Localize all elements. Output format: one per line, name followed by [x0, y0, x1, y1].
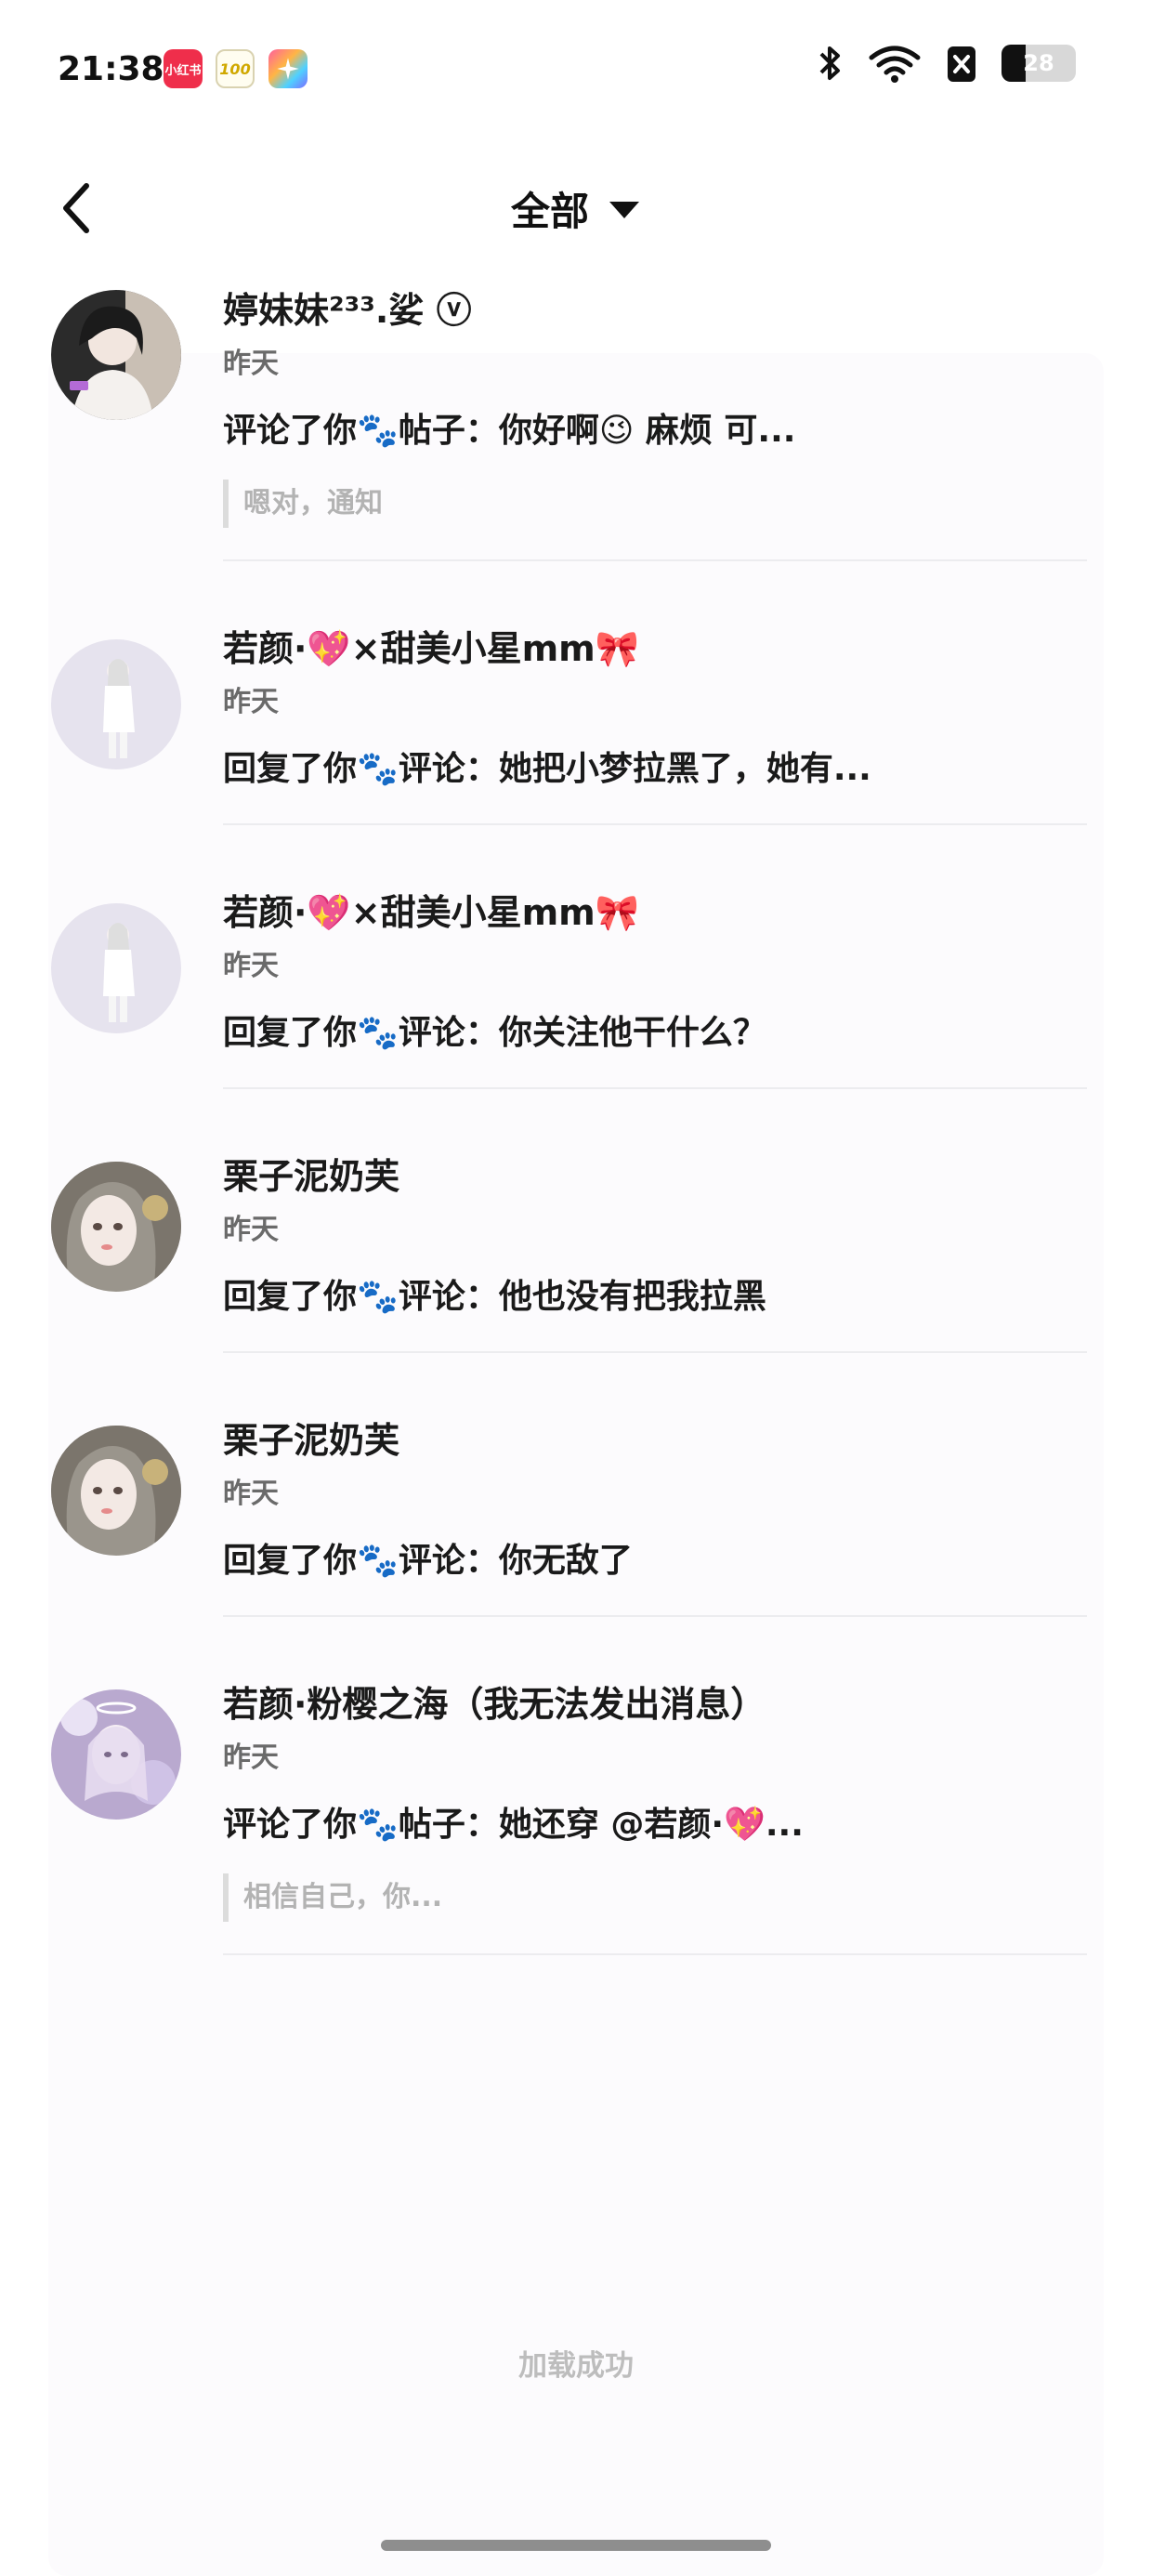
timestamp: 昨天	[223, 1214, 279, 1246]
avatar[interactable]	[51, 639, 181, 769]
battery-level	[1001, 45, 1026, 82]
notification-item[interactable]: 婷妹妹²³³.娑 ⓥ 昨天 评论了你🐾帖子：你好啊😉 麻烦 可... 嗯对，通知	[0, 279, 1152, 561]
header: 全部	[0, 158, 1152, 260]
hundred-app-icon: 100	[216, 49, 255, 88]
timestamp: 昨天	[223, 686, 279, 718]
status-bar: 21:38 小红书 100 28	[0, 0, 1152, 139]
notification-text: 回复了你🐾评论：你无敌了	[223, 1542, 633, 1580]
timestamp: 昨天	[223, 1478, 279, 1510]
divider	[223, 1615, 1087, 1617]
notification-text: 评论了你🐾帖子：你好啊😉 麻烦 可...	[223, 412, 796, 450]
notification-item[interactable]: 栗子泥奶芙 昨天 回复了你🐾评论：你无敌了	[0, 1409, 1152, 1617]
username: 婷妹妹²³³.娑 ⓥ	[223, 290, 472, 331]
load-status: 加载成功	[518, 2349, 634, 2383]
quoted-text: 相信自己，你...	[223, 1873, 1087, 1922]
bluetooth-icon	[818, 43, 844, 84]
username: 栗子泥奶芙	[223, 1156, 400, 1197]
quoted-text: 嗯对，通知	[223, 480, 1087, 528]
avatar[interactable]	[51, 903, 181, 1033]
notification-item[interactable]: 若颜·💖×甜美小星mm🎀 昨天 回复了你🐾评论：她把小梦拉黑了，她有...	[0, 617, 1152, 825]
username: 若颜·粉樱之海（我无法发出消息）	[223, 1684, 766, 1725]
filter-dropdown[interactable]: 全部	[0, 180, 1152, 237]
notification-item[interactable]: 若颜·粉樱之海（我无法发出消息） 昨天 评论了你🐾帖子：她还穿 @若颜·💖...…	[0, 1673, 1152, 1955]
notification-list: 婷妹妹²³³.娑 ⓥ 昨天 评论了你🐾帖子：你好啊😉 麻烦 可... 嗯对，通知…	[0, 279, 1152, 1955]
battery-percent: 28	[1023, 50, 1054, 76]
username: 栗子泥奶芙	[223, 1420, 400, 1461]
notification-text: 回复了你🐾评论：她把小梦拉黑了，她有...	[223, 750, 871, 788]
notification-item[interactable]: 若颜·💖×甜美小星mm🎀 昨天 回复了你🐾评论：你关注他干什么？	[0, 881, 1152, 1089]
timestamp: 昨天	[223, 950, 279, 982]
page-title: 全部	[510, 189, 589, 234]
divider	[223, 1087, 1087, 1089]
avatar[interactable]	[51, 1162, 181, 1292]
timestamp: 昨天	[223, 1741, 279, 1774]
notification-text: 回复了你🐾评论：他也没有把我拉黑	[223, 1278, 766, 1316]
avatar[interactable]	[51, 1426, 181, 1556]
divider	[223, 1953, 1087, 1955]
battery-icon: 28	[1001, 45, 1076, 82]
sim-off-icon	[946, 43, 977, 84]
notification-item[interactable]: 栗子泥奶芙 昨天 回复了你🐾评论：他也没有把我拉黑	[0, 1145, 1152, 1353]
avatar[interactable]	[51, 1689, 181, 1820]
divider	[223, 823, 1087, 825]
xiaohongshu-app-icon: 小红书	[164, 49, 203, 88]
divider	[223, 559, 1087, 561]
status-time: 21:38	[58, 50, 164, 88]
username: 若颜·💖×甜美小星mm🎀	[223, 892, 640, 933]
star-app-icon	[268, 49, 308, 88]
wifi-icon	[868, 43, 922, 84]
notification-text: 评论了你🐾帖子：她还穿 @若颜·💖...	[223, 1806, 804, 1844]
notification-text: 回复了你🐾评论：你关注他干什么？	[223, 1014, 766, 1052]
avatar[interactable]	[51, 290, 181, 420]
divider	[223, 1351, 1087, 1353]
username: 若颜·💖×甜美小星mm🎀	[223, 628, 640, 669]
timestamp: 昨天	[223, 348, 279, 380]
home-indicator[interactable]	[381, 2540, 771, 2551]
notifications-screen: 21:38 小红书 100 28 全部 婷妹妹²³³.娑 ⓥ 昨天 评论了你🐾帖…	[0, 0, 1152, 2576]
caret-down-icon	[609, 201, 639, 218]
